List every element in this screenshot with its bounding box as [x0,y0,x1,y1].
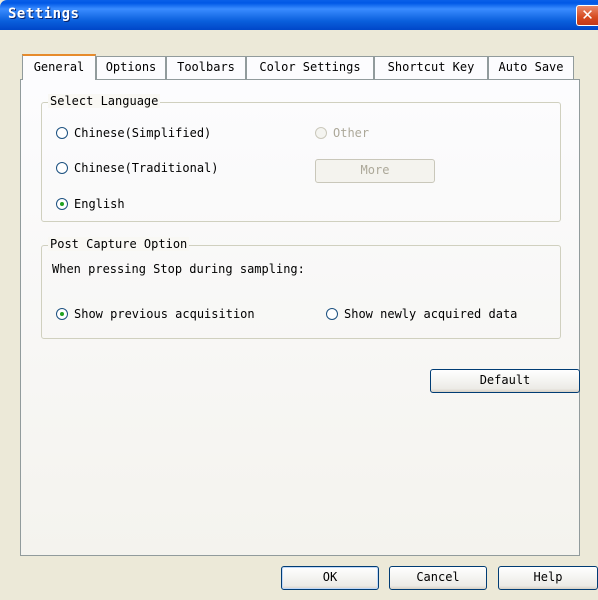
radio-label: Chinese(Simplified) [74,126,212,140]
radio-label: Show previous acquisition [74,307,255,321]
select-language-legend: Select Language [48,94,161,108]
radio-indicator-checked [56,307,68,320]
radio-label: Show newly acquired data [344,307,518,321]
radio-indicator-checked [56,197,68,210]
close-icon: ✕ [581,6,594,24]
radio-show-previous[interactable]: Show previous acquisition [56,306,255,322]
post-capture-legend: Post Capture Option [48,237,190,251]
tab-options[interactable]: Options [96,56,166,79]
tab-panel-general: Select Language Chinese(Simplified) Chin… [20,79,580,556]
radio-chinese-simplified[interactable]: Chinese(Simplified) [56,125,211,141]
radio-english[interactable]: English [56,196,125,212]
post-capture-group: Post Capture Option When pressing Stop d… [41,237,561,339]
help-button[interactable]: Help [498,566,598,590]
ok-button[interactable]: OK [281,566,379,590]
post-capture-description: When pressing Stop during sampling: [52,262,305,276]
radio-indicator [56,161,68,174]
radio-other[interactable]: Other [315,125,369,141]
radio-indicator [315,126,327,139]
cancel-button[interactable]: Cancel [389,566,487,590]
radio-chinese-traditional[interactable]: Chinese(Traditional) [56,160,219,176]
window-frame [0,30,8,600]
radio-label: Other [333,126,370,140]
radio-show-newly-acquired[interactable]: Show newly acquired data [326,306,517,322]
window-title: Settings [8,6,80,22]
radio-indicator [326,307,338,320]
default-button[interactable]: Default [430,369,580,393]
radio-label: Chinese(Traditional) [74,161,219,175]
more-button[interactable]: More [315,159,435,183]
tab-toolbars[interactable]: Toolbars [166,56,246,79]
tab-auto-save[interactable]: Auto Save [488,56,574,79]
select-language-group: Select Language Chinese(Simplified) Chin… [41,94,561,222]
title-bar[interactable]: Settings ✕ [0,0,598,30]
radio-label: English [74,197,125,211]
tab-general[interactable]: General [22,54,96,80]
tab-color-settings[interactable]: Color Settings [246,56,374,79]
close-button[interactable]: ✕ [576,5,598,26]
radio-indicator [56,126,68,139]
tab-shortcut-key[interactable]: Shortcut Key [374,56,488,79]
